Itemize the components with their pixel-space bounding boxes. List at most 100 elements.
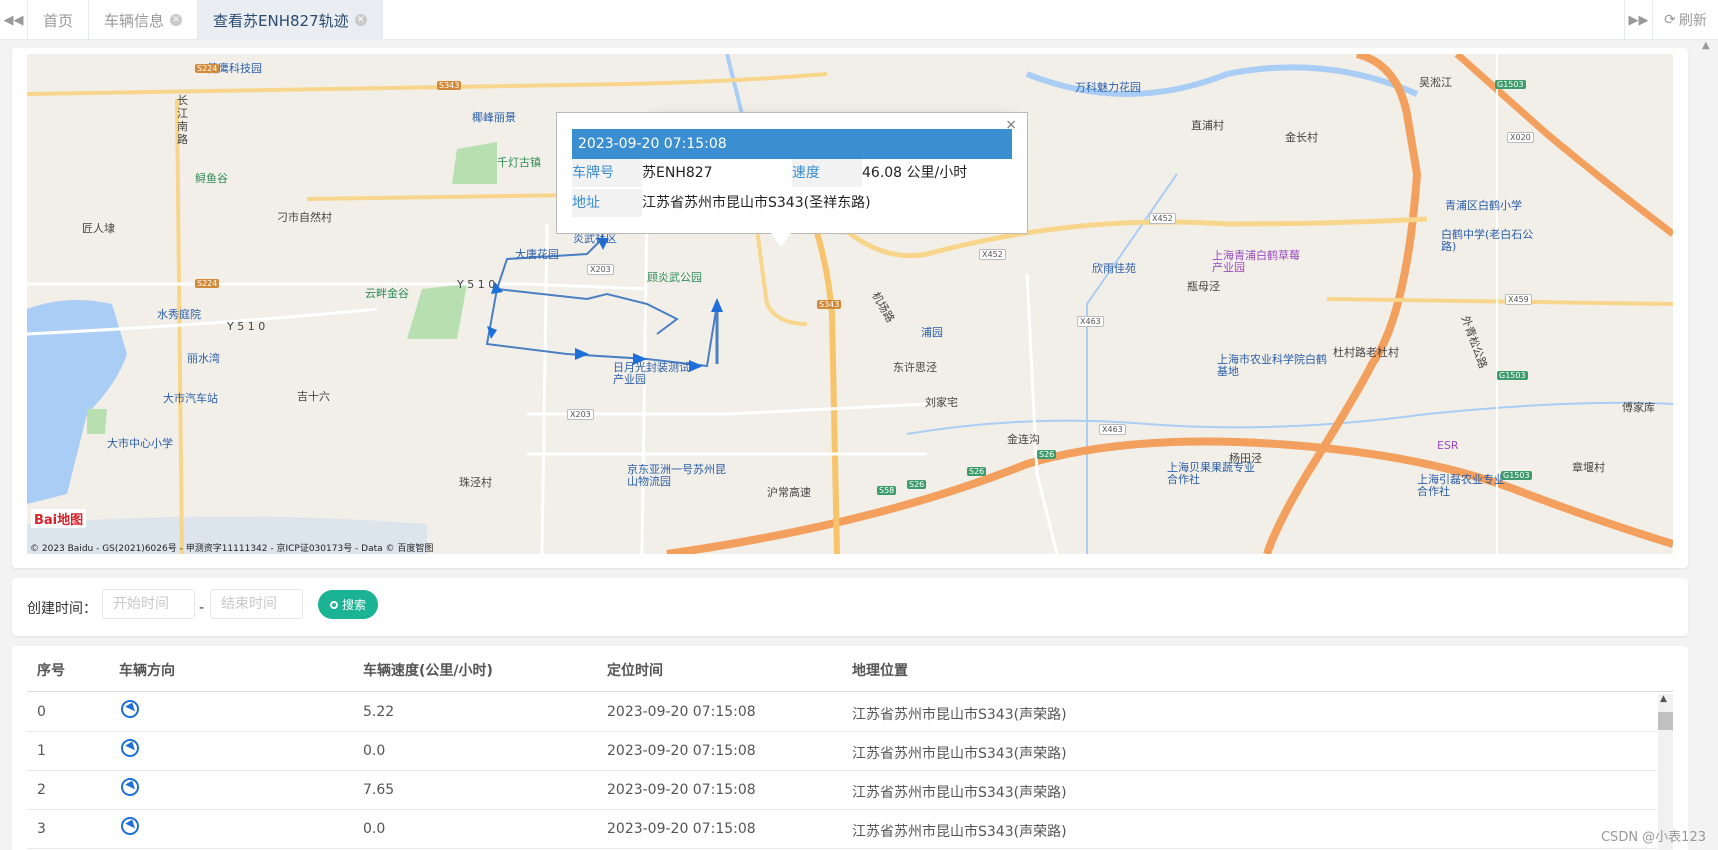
table-row[interactable]: 2 7.65 2023-09-20 07:15:08 江苏省苏州市昆山市S343… xyxy=(27,771,1657,810)
map-label: 顾炎武公园 xyxy=(647,271,702,284)
tab-list: 首页 车辆信息 ✕ 查看苏ENH827轨迹 ✕ xyxy=(28,0,383,40)
search-icon xyxy=(329,600,338,609)
map-label: 青浦区白鹤小学 xyxy=(1445,199,1522,212)
cell-time: 2023-09-20 07:15:08 xyxy=(607,704,756,720)
tab-vehicle-info[interactable]: 车辆信息 ✕ xyxy=(89,0,199,40)
search-button-label: 搜索 xyxy=(341,598,366,612)
col-header-direction: 车辆方向 xyxy=(119,663,175,679)
map-label: 瓶母泾 xyxy=(1187,280,1220,293)
cell-speed: 0.0 xyxy=(363,821,386,837)
road-tag: X452 xyxy=(979,249,1006,260)
map-panel: 健鹰科技园 长江南路 鲟鱼谷 匠人埭 刁市自然村 云畔金谷 水秀庭院 丽水湾 大… xyxy=(12,48,1688,568)
speed-value: 46.08 公里/小时 xyxy=(862,165,968,181)
map-label: 珠泾村 xyxy=(459,476,492,489)
tab-track[interactable]: 查看苏ENH827轨迹 ✕ xyxy=(198,0,383,40)
map-label: 匠人埭 xyxy=(82,222,115,235)
cell-no: 3 xyxy=(37,821,46,837)
map-label: Y 5 1 0 xyxy=(227,320,266,333)
infowindow-row-addr: 地址 江苏省苏州市昆山市S343(圣祥东路) xyxy=(572,189,871,217)
map-label: 上海市农业科学院白鹤基地 xyxy=(1217,353,1327,378)
road-tag: X459 xyxy=(1505,294,1532,305)
cell-location: 江苏省苏州市昆山市S343(声荣路) xyxy=(852,785,1067,801)
road-tag: S26 xyxy=(907,480,927,489)
addr-label: 地址 xyxy=(572,189,642,217)
refresh-icon: ⟳ xyxy=(1664,12,1676,28)
range-separator: - xyxy=(199,600,205,616)
tab-bar: ◀◀ 首页 车辆信息 ✕ 查看苏ENH827轨迹 ✕ ▶▶ ⟳ 刷新 xyxy=(0,0,1718,40)
cell-no: 2 xyxy=(37,782,46,798)
speed-label: 速度 xyxy=(792,159,862,187)
map-label: 鲟鱼谷 xyxy=(195,172,228,185)
tab-home[interactable]: 首页 xyxy=(28,0,90,40)
map-label: 云畔金谷 xyxy=(365,287,409,300)
map-label: 丽水湾 xyxy=(187,352,220,365)
road-tag: S58 xyxy=(877,486,897,495)
cell-speed: 0.0 xyxy=(363,743,386,759)
tab-scroll-left-button[interactable]: ◀◀ xyxy=(0,0,28,40)
vehicle-infowindow: × 2023-09-20 07:15:08 车牌号 苏ENH827 速度 46.08 … xyxy=(556,112,1028,247)
map-label: 上海青浦白鹤草莓产业园 xyxy=(1212,249,1300,274)
start-time-input[interactable] xyxy=(102,589,195,619)
track-table: 序号 车辆方向 车辆速度(公里/小时) 定位时间 地理位置 0 5.22 202… xyxy=(12,646,1688,850)
col-header-no: 序号 xyxy=(37,663,65,679)
map-label: 大唐花园 xyxy=(515,248,559,261)
map-label: 直浦村 xyxy=(1191,119,1224,132)
close-icon[interactable]: ✕ xyxy=(354,14,367,26)
table-row[interactable]: 1 0.0 2023-09-20 07:15:08 江苏省苏州市昆山市S343(… xyxy=(27,732,1657,771)
scroll-up-icon[interactable]: ▲ xyxy=(1660,694,1667,704)
infowindow-pointer xyxy=(771,233,791,247)
road-tag: X203 xyxy=(567,409,594,420)
refresh-button[interactable]: ⟳ 刷新 xyxy=(1652,0,1718,40)
plate-value: 苏ENH827 xyxy=(642,165,713,181)
road-tag: S343 xyxy=(437,81,462,90)
scrollbar-thumb[interactable] xyxy=(1658,712,1673,730)
road-tag: S224 xyxy=(195,279,220,288)
map-label: 千灯古镇 xyxy=(497,156,541,169)
road-tag: S26 xyxy=(967,467,987,476)
addr-value: 江苏省苏州市昆山市S343(圣祥东路) xyxy=(642,195,871,211)
map-label: 大市汽车站 xyxy=(163,392,218,405)
map-label: 金长村 xyxy=(1285,131,1318,144)
road-tag: S224 xyxy=(195,64,220,73)
cell-speed: 5.22 xyxy=(363,704,395,720)
plate-label: 车牌号 xyxy=(572,159,642,187)
map-label: 白鹤中学(老白石公路) xyxy=(1441,228,1534,253)
direction-arrow-icon xyxy=(121,817,139,841)
col-header-speed: 车辆速度(公里/小时) xyxy=(363,663,493,679)
table-header: 序号 车辆方向 车辆速度(公里/小时) 定位时间 地理位置 xyxy=(27,646,1673,692)
map-label: 水秀庭院 xyxy=(157,308,201,321)
road-tag: G1503 xyxy=(1495,80,1526,89)
tab-label: 查看苏ENH827轨迹 xyxy=(213,11,349,30)
close-icon[interactable]: ✕ xyxy=(170,14,183,26)
cell-time: 2023-09-20 07:15:08 xyxy=(607,743,756,759)
table-row[interactable]: 3 0.0 2023-09-20 07:15:08 江苏省苏州市昆山市S343(… xyxy=(27,810,1657,849)
table-row[interactable]: 0 5.22 2023-09-20 07:15:08 江苏省苏州市昆山市S343… xyxy=(27,693,1657,732)
map-label: 东许思泾 xyxy=(893,361,937,374)
map-label: 杜村路老杜村 xyxy=(1333,346,1399,359)
map-label: ESR xyxy=(1437,439,1459,452)
tab-scroll-right-button[interactable]: ▶▶ xyxy=(1624,0,1652,40)
map-label: 上海贝果果蔬专业合作社 xyxy=(1167,461,1255,486)
cell-time: 2023-09-20 07:15:08 xyxy=(607,782,756,798)
cell-location: 江苏省苏州市昆山市S343(声荣路) xyxy=(852,824,1067,840)
cell-location: 江苏省苏州市昆山市S343(声荣路) xyxy=(852,746,1067,762)
road-tag: X020 xyxy=(1507,132,1534,143)
search-button[interactable]: 搜索 xyxy=(318,590,378,619)
scroll-up-icon[interactable]: ▲ xyxy=(1702,40,1714,54)
map-label: 日月光封装测试产业园 xyxy=(613,361,690,386)
map-label: 京东亚洲一号苏州昆山物流园 xyxy=(627,463,726,488)
map-label: Y 5 1 0 xyxy=(457,278,496,291)
road-tag: X452 xyxy=(1149,213,1176,224)
direction-arrow-icon xyxy=(121,778,139,802)
direction-arrow-icon xyxy=(121,739,139,763)
cell-no: 1 xyxy=(37,743,46,759)
map-label: 万科魅力花园 xyxy=(1075,81,1141,94)
col-header-location: 地理位置 xyxy=(852,663,908,679)
map-label: 刁市自然村 xyxy=(277,211,332,224)
map-label: 傅家库 xyxy=(1622,401,1655,414)
infowindow-row-plate: 车牌号 苏ENH827 速度 46.08 公里/小时 xyxy=(572,159,967,187)
map-label: 上海引磊农业专业合作社 xyxy=(1417,473,1505,498)
map-label: 沪常高速 xyxy=(767,486,811,499)
cell-location: 江苏省苏州市昆山市S343(声荣路) xyxy=(852,707,1067,723)
end-time-input[interactable] xyxy=(210,589,303,619)
